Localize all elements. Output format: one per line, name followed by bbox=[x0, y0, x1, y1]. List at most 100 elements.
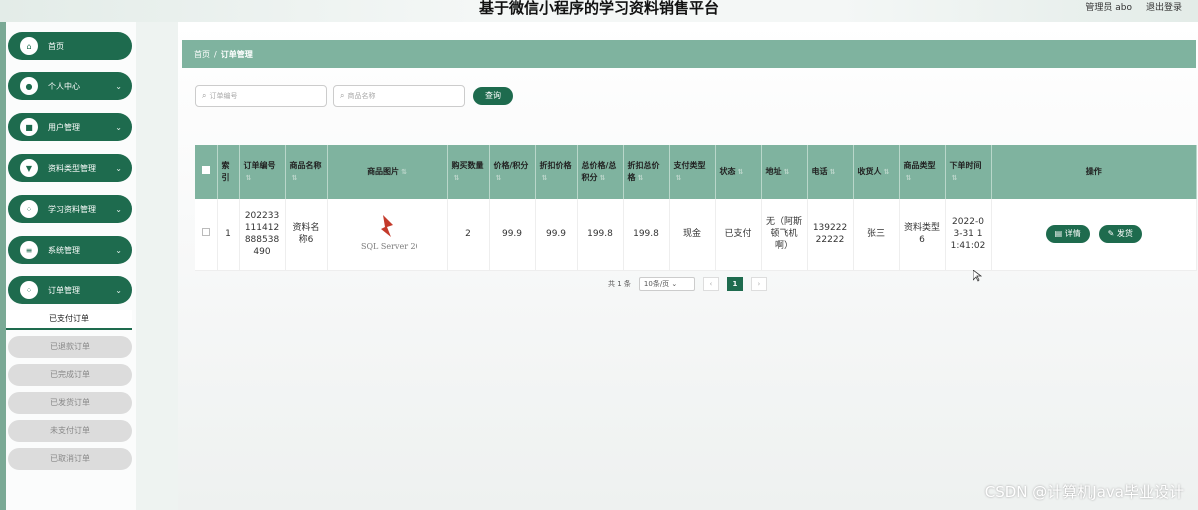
sort-icon[interactable]: ⇅ bbox=[454, 174, 460, 182]
logout-link[interactable]: 退出登录 bbox=[1146, 0, 1182, 13]
watermark: CSDN @计算机Java毕业设计 bbox=[984, 483, 1184, 501]
sidebar-item-orders[interactable]: ⁘ 订单管理 ⌄ bbox=[8, 276, 132, 304]
admin-user-label: 管理员 abo bbox=[1085, 3, 1132, 13]
column-header-actions: 操作 bbox=[991, 145, 1197, 199]
chevron-down-icon: ⌄ bbox=[115, 163, 122, 173]
cell-order-no: 202233111412888538490 bbox=[239, 199, 286, 271]
cell-product-name: 资料名称6 bbox=[285, 199, 328, 271]
column-header-address[interactable]: 地址 ⇅ bbox=[761, 145, 808, 199]
tag-icon: ▼ bbox=[20, 159, 38, 177]
search-icon: ⌕ bbox=[340, 91, 345, 100]
checkbox-icon[interactable] bbox=[201, 228, 210, 237]
cell-quantity: 2 bbox=[447, 199, 490, 271]
chevron-down-icon: ⌄ bbox=[115, 245, 122, 255]
column-header-phone[interactable]: 电话 ⇅ bbox=[807, 145, 854, 199]
cell-pay-type: 现金 bbox=[669, 199, 716, 271]
submenu-paid-orders[interactable]: 已支付订单 bbox=[6, 310, 132, 330]
column-header-total[interactable]: 总价格/总积分 ⇅ bbox=[577, 145, 624, 199]
submenu-refunded-orders[interactable]: 已退款订单 bbox=[8, 336, 132, 358]
sort-icon[interactable]: ⇅ bbox=[676, 174, 682, 182]
page-number-current[interactable]: 1 bbox=[726, 277, 743, 291]
top-right-links: 管理员 abo 退出登录 bbox=[1085, 0, 1182, 13]
order-number-input[interactable]: ⌕ 订单编号 bbox=[195, 85, 327, 107]
sort-icon[interactable]: ⇅ bbox=[401, 168, 407, 176]
chevron-down-icon: ⌄ bbox=[115, 204, 122, 214]
cell-status: 已支付 bbox=[715, 199, 762, 271]
submenu-shipped-orders[interactable]: 已发货订单 bbox=[8, 392, 132, 414]
column-header-category[interactable]: 商品类型⇅ bbox=[899, 145, 946, 199]
chevron-down-icon: ⌄ bbox=[671, 280, 678, 288]
product-name-input[interactable]: ⌕ 商品名称 bbox=[333, 85, 465, 107]
cell-product-image[interactable]: SQL Server 2012 bbox=[327, 199, 448, 271]
sidebar-item-label: 学习资料管理 bbox=[48, 204, 96, 214]
column-header-discount-total[interactable]: 折扣总价格 ⇅ bbox=[623, 145, 670, 199]
sort-icon[interactable]: ⇅ bbox=[784, 168, 790, 176]
sort-icon[interactable]: ⇅ bbox=[738, 168, 744, 176]
column-header-product-name[interactable]: 商品名称⇅ bbox=[285, 145, 328, 199]
sidebar-item-label: 资料类型管理 bbox=[48, 163, 96, 173]
sort-icon[interactable]: ⇅ bbox=[884, 168, 890, 176]
row-checkbox[interactable] bbox=[195, 199, 218, 271]
product-thumbnail[interactable]: SQL Server 2012 bbox=[357, 211, 431, 257]
product-name-placeholder: 商品名称 bbox=[347, 92, 376, 100]
cell-price: 99.9 bbox=[489, 199, 536, 271]
checkbox-icon[interactable] bbox=[201, 166, 210, 174]
ship-button[interactable]: ✎ 发货 bbox=[1098, 225, 1142, 244]
sidebar-item-label: 系统管理 bbox=[48, 245, 80, 255]
column-header-receiver[interactable]: 收货人 ⇅ bbox=[853, 145, 900, 199]
sort-icon[interactable]: ⇅ bbox=[906, 174, 912, 182]
main-content: 首页 / 订单管理 ⌕ 订单编号 ⌕ 商品名称 查询 索引 订单编号⇅ 商品名称… bbox=[178, 22, 1198, 510]
sort-icon[interactable]: ⇅ bbox=[638, 174, 644, 182]
sort-icon[interactable]: ⇅ bbox=[830, 168, 836, 176]
chevron-down-icon: ⌄ bbox=[115, 285, 122, 295]
cell-total: 199.8 bbox=[577, 199, 624, 271]
sidebar-item-label: 首页 bbox=[48, 41, 64, 51]
column-header-index[interactable]: 索引 bbox=[217, 145, 240, 199]
query-button[interactable]: 查询 bbox=[473, 87, 513, 105]
prev-page-button[interactable]: ‹ bbox=[702, 277, 719, 291]
cell-discount-price: 99.9 bbox=[535, 199, 578, 271]
sort-icon[interactable]: ⇅ bbox=[246, 174, 252, 182]
column-header-order-time[interactable]: 下单时间⇅ bbox=[945, 145, 992, 199]
column-header-product-image[interactable]: 商品图片 ⇅ bbox=[327, 145, 448, 199]
sidebar-item-personal-center[interactable]: ● 个人中心 ⌄ bbox=[8, 72, 132, 100]
pagination-total: 共 1 条 bbox=[608, 280, 631, 288]
sort-icon[interactable]: ⇅ bbox=[542, 174, 548, 182]
home-icon: ⌂ bbox=[20, 37, 38, 55]
detail-button[interactable]: ▤ 详情 bbox=[1045, 225, 1090, 244]
user-icon: ■ bbox=[20, 118, 38, 136]
column-header-order-no[interactable]: 订单编号⇅ bbox=[239, 145, 286, 199]
chevron-down-icon: ⌄ bbox=[115, 81, 122, 91]
cell-address: 无（阿斯顿飞机啊） bbox=[761, 199, 808, 271]
cell-discount-total: 199.8 bbox=[623, 199, 670, 271]
cell-phone: 13922222222 bbox=[807, 199, 854, 271]
column-header-status[interactable]: 状态 ⇅ bbox=[715, 145, 762, 199]
sidebar-item-material-type[interactable]: ▼ 资料类型管理 ⌄ bbox=[8, 154, 132, 182]
breadcrumb-home[interactable]: 首页 bbox=[194, 49, 210, 60]
sql-server-logo-icon: SQL Server 2012 bbox=[361, 215, 431, 251]
page-size-select[interactable]: 10条/页 ⌄ bbox=[638, 277, 695, 291]
submenu-cancelled-orders[interactable]: 已取消订单 bbox=[8, 448, 132, 470]
svg-text:SQL Server 2012: SQL Server 2012 bbox=[361, 242, 417, 251]
sidebar-item-system[interactable]: ≡ 系统管理 ⌄ bbox=[8, 236, 132, 264]
breadcrumb: 首页 / 订单管理 bbox=[182, 40, 1196, 68]
column-header-pay-type[interactable]: 支付类型⇅ bbox=[669, 145, 716, 199]
sort-icon[interactable]: ⇅ bbox=[292, 174, 298, 182]
sidebar-item-user-management[interactable]: ■ 用户管理 ⌄ bbox=[8, 113, 132, 141]
sort-icon[interactable]: ⇅ bbox=[600, 174, 606, 182]
column-header-discount-price[interactable]: 折扣价格⇅ bbox=[535, 145, 578, 199]
select-all-checkbox[interactable] bbox=[195, 145, 218, 199]
sidebar-item-home[interactable]: ⌂ 首页 bbox=[8, 32, 132, 60]
sort-icon[interactable]: ⇅ bbox=[496, 174, 502, 182]
column-header-price[interactable]: 价格/积分⇅ bbox=[489, 145, 536, 199]
submenu-completed-orders[interactable]: 已完成订单 bbox=[8, 364, 132, 386]
cell-receiver: 张三 bbox=[853, 199, 900, 271]
sidebar-item-label: 订单管理 bbox=[48, 285, 80, 295]
cell-index: 1 bbox=[217, 199, 240, 271]
submenu-unpaid-orders[interactable]: 未支付订单 bbox=[8, 420, 132, 442]
column-header-quantity[interactable]: 购买数量⇅ bbox=[447, 145, 490, 199]
sort-icon[interactable]: ⇅ bbox=[952, 174, 958, 182]
sidebar: ⌂ 首页 ● 个人中心 ⌄ ■ 用户管理 ⌄ ▼ 资料类型管理 ⌄ ⁘ 学习资料… bbox=[6, 22, 136, 510]
next-page-button[interactable]: › bbox=[750, 277, 767, 291]
sidebar-item-study-material[interactable]: ⁘ 学习资料管理 ⌄ bbox=[8, 195, 132, 223]
